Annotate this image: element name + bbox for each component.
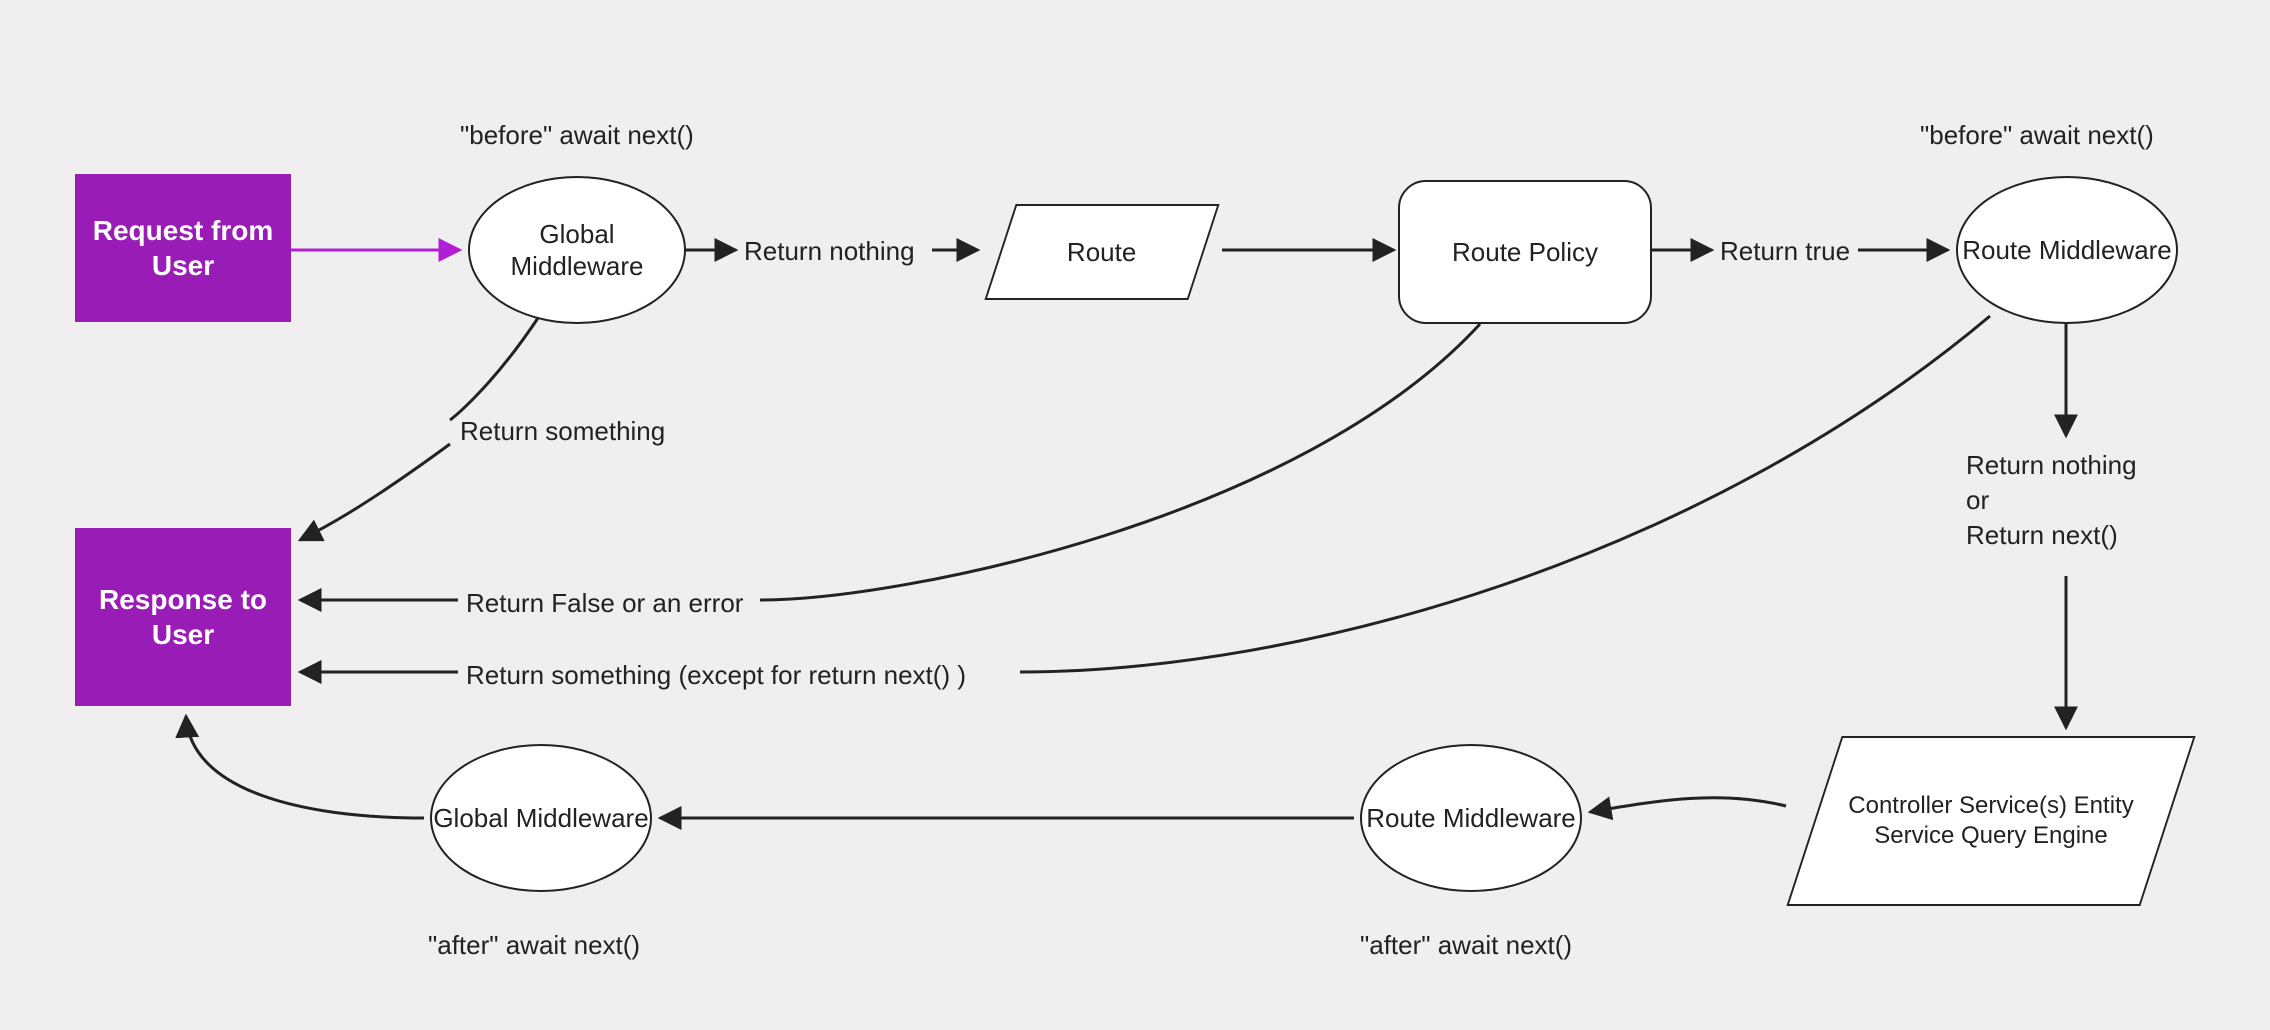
edge-globalmw-return-something [450, 318, 538, 420]
edge-globalmw-after-to-response [186, 716, 424, 818]
label-before-await-2: "before" await next() [1920, 118, 2154, 153]
node-route-mw-before-label: Route Middleware [1962, 234, 2172, 267]
node-global-mw-after: Global Middleware [430, 744, 652, 892]
diagram-canvas: Request from User Response to User Globa… [0, 0, 2270, 1030]
label-before-await-1: "before" await next() [460, 118, 694, 153]
node-route-mw-after-label: Route Middleware [1366, 802, 1576, 835]
node-controller-stack-label: Controller Service(s) Entity Service Que… [1816, 791, 2166, 851]
node-controller-stack: Controller Service(s) Entity Service Que… [1786, 736, 2195, 906]
node-response-label: Response to User [75, 582, 291, 652]
node-global-mw-before-label: Global Middleware [470, 218, 684, 283]
label-return-something: Return something [460, 414, 665, 449]
label-return-false-err: Return False or an error [466, 586, 743, 621]
node-route-policy-label: Route Policy [1452, 236, 1598, 269]
node-global-mw-before: Global Middleware [468, 176, 686, 324]
node-route-mw-before: Route Middleware [1956, 176, 2178, 324]
label-return-true: Return true [1720, 234, 1850, 269]
label-return-nothing-or-next: Return nothing or Return next() [1966, 448, 2137, 553]
edge-policy-false-to-response [760, 324, 1480, 600]
node-route-mw-after: Route Middleware [1360, 744, 1582, 892]
node-route: Route [984, 204, 1219, 300]
node-request: Request from User [75, 174, 291, 322]
node-route-policy: Route Policy [1398, 180, 1652, 324]
label-after-await-route: "after" await next() [1360, 928, 1572, 963]
label-return-something-except: Return something (except for return next… [466, 658, 966, 693]
label-after-await-global: "after" await next() [428, 928, 640, 963]
label-return-nothing: Return nothing [744, 234, 915, 269]
node-request-label: Request from User [75, 213, 291, 283]
node-response: Response to User [75, 528, 291, 706]
node-route-label: Route [1067, 236, 1136, 269]
node-global-mw-after-label: Global Middleware [433, 802, 648, 835]
edge-return-something-to-response [300, 444, 450, 540]
edge-routemw-something-to-response [1020, 316, 1990, 672]
edge-controller-to-routemw-after [1590, 798, 1786, 812]
